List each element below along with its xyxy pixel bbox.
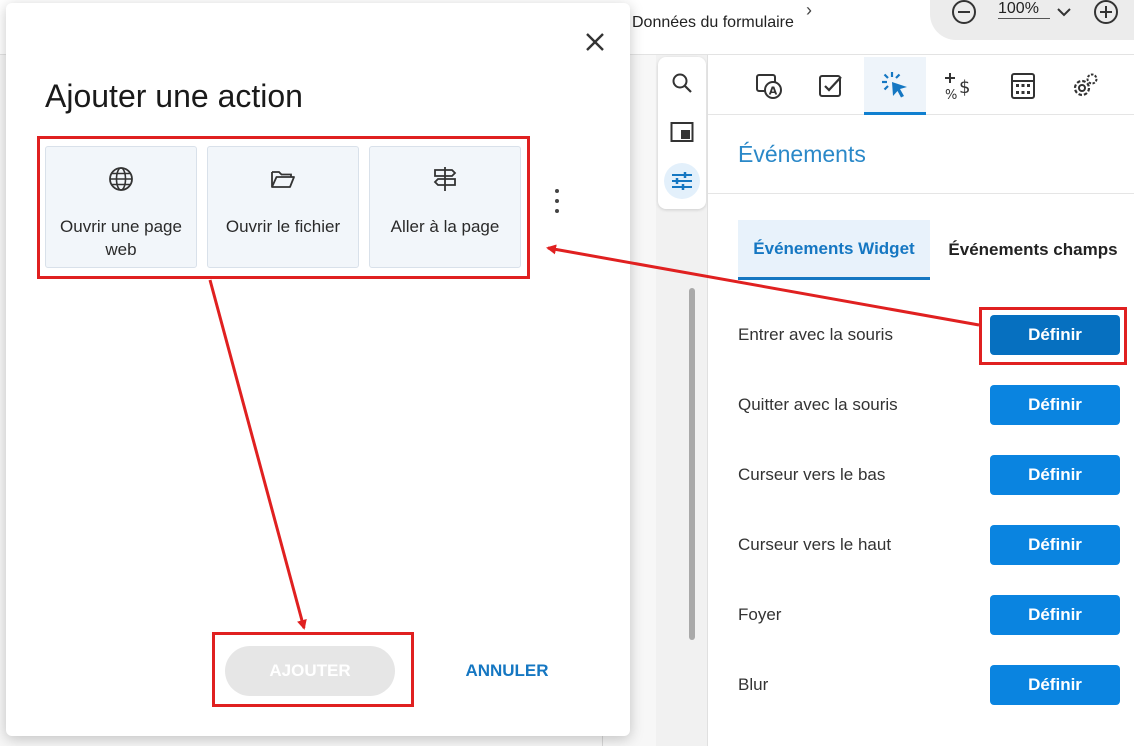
- side-toolstrip: [658, 57, 706, 209]
- svg-text:%: %: [945, 88, 957, 101]
- annotation-box-add: [212, 632, 414, 707]
- sliders-icon: [672, 172, 692, 190]
- event-row-focus: Foyer Définir: [738, 595, 1128, 635]
- scrollbar-thumb[interactable]: [689, 288, 695, 640]
- settings-gear-icon: [1073, 73, 1098, 97]
- divider: [708, 193, 1134, 194]
- checkbox-icon: [819, 75, 842, 97]
- define-button-focus[interactable]: Définir: [990, 595, 1120, 635]
- tab-settings[interactable]: [1054, 57, 1116, 115]
- tab-format[interactable]: [992, 57, 1054, 115]
- event-label: Curseur vers le haut: [738, 535, 892, 554]
- zoom-value[interactable]: 100%: [998, 0, 1050, 19]
- tab-widget-events[interactable]: Événements Widget: [738, 220, 930, 280]
- tab-field-events[interactable]: Événements champs: [938, 220, 1128, 280]
- layout-tool[interactable]: [664, 114, 700, 150]
- panel-tabs: A % $: [708, 55, 1134, 115]
- define-button-mouse-up[interactable]: Définir: [990, 525, 1120, 565]
- annotation-box-define: [979, 307, 1127, 365]
- svg-text:$: $: [959, 77, 970, 98]
- define-button-mouse-exit[interactable]: Définir: [990, 385, 1120, 425]
- panel-title: Événements: [738, 141, 866, 167]
- chevron-down-icon[interactable]: [1054, 2, 1074, 22]
- tab-validation[interactable]: [800, 57, 862, 115]
- event-row-mouse-down: Curseur vers le bas Définir: [738, 455, 1128, 495]
- event-row-blur: Blur Définir: [738, 665, 1128, 705]
- tab-events[interactable]: [864, 57, 926, 115]
- zoom-in-icon[interactable]: [1092, 0, 1120, 26]
- zoom-control: 100%: [930, 0, 1134, 40]
- chevron-right-icon: ›: [806, 0, 812, 20]
- properties-panel: A % $ Événements Événements Widget Événe…: [707, 55, 1134, 746]
- event-row-mouse-exit: Quitter avec la souris Définir: [738, 385, 1128, 425]
- breadcrumb[interactable]: Données du formulaire: [632, 14, 794, 32]
- layout-icon: [670, 122, 694, 142]
- zoom-out-icon[interactable]: [950, 0, 978, 26]
- event-label: Foyer: [738, 605, 782, 624]
- calculator-icon: [1011, 73, 1035, 99]
- calculation-icon: % $: [945, 73, 970, 101]
- click-cursor-icon: [882, 71, 907, 97]
- event-row-mouse-up: Curseur vers le haut Définir: [738, 525, 1128, 565]
- define-button-blur[interactable]: Définir: [990, 665, 1120, 705]
- close-button[interactable]: [580, 27, 610, 57]
- annotation-box-actions: [37, 136, 530, 279]
- svg-text:A: A: [769, 85, 778, 98]
- properties-tool[interactable]: [664, 163, 700, 199]
- cancel-button[interactable]: ANNULER: [452, 651, 562, 691]
- event-label: Entrer avec la souris: [738, 325, 893, 344]
- search-tool[interactable]: [664, 65, 700, 101]
- event-label: Quitter avec la souris: [738, 395, 898, 414]
- tab-calculation[interactable]: % $: [928, 57, 990, 115]
- more-options-icon[interactable]: [550, 189, 564, 213]
- define-button-mouse-down[interactable]: Définir: [990, 455, 1120, 495]
- event-label: Curseur vers le bas: [738, 465, 886, 484]
- event-label: Blur: [738, 675, 769, 694]
- tab-appearance[interactable]: A: [738, 57, 800, 115]
- text-field-icon: A: [756, 74, 782, 99]
- close-icon: [586, 33, 604, 51]
- dialog-title: Ajouter une action: [45, 78, 303, 114]
- search-icon: [672, 73, 692, 93]
- add-action-dialog: Ajouter une action Ouvrir une page web O…: [6, 3, 630, 736]
